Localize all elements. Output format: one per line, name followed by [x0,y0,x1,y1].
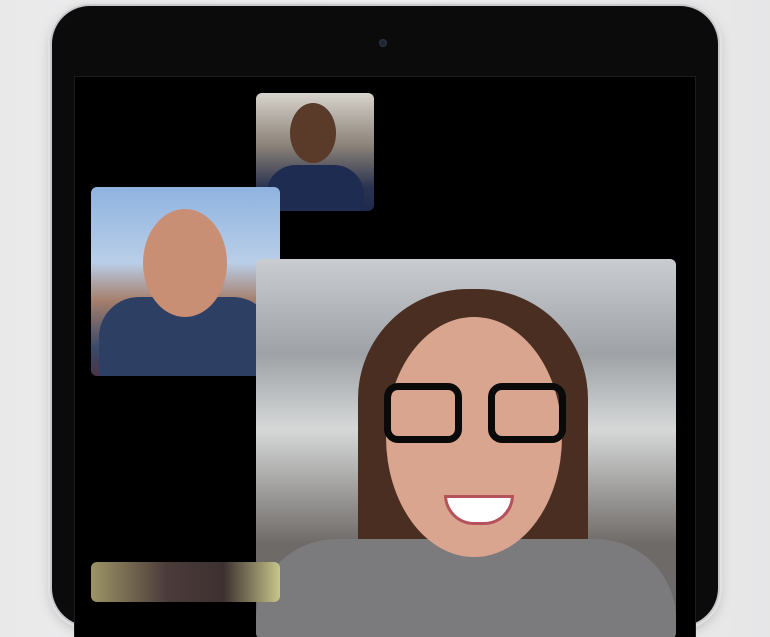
participant-face [143,209,227,317]
participant-tile-left[interactable] [91,187,280,376]
front-camera [379,39,387,47]
participant-face [290,103,336,163]
participant-tile-bottom[interactable] [91,562,280,602]
ipad-device [52,6,718,637]
participant-tile-main[interactable] [256,259,676,637]
participant-body [266,165,364,211]
facetime-group-call-screen [74,76,696,637]
glasses [384,383,574,445]
